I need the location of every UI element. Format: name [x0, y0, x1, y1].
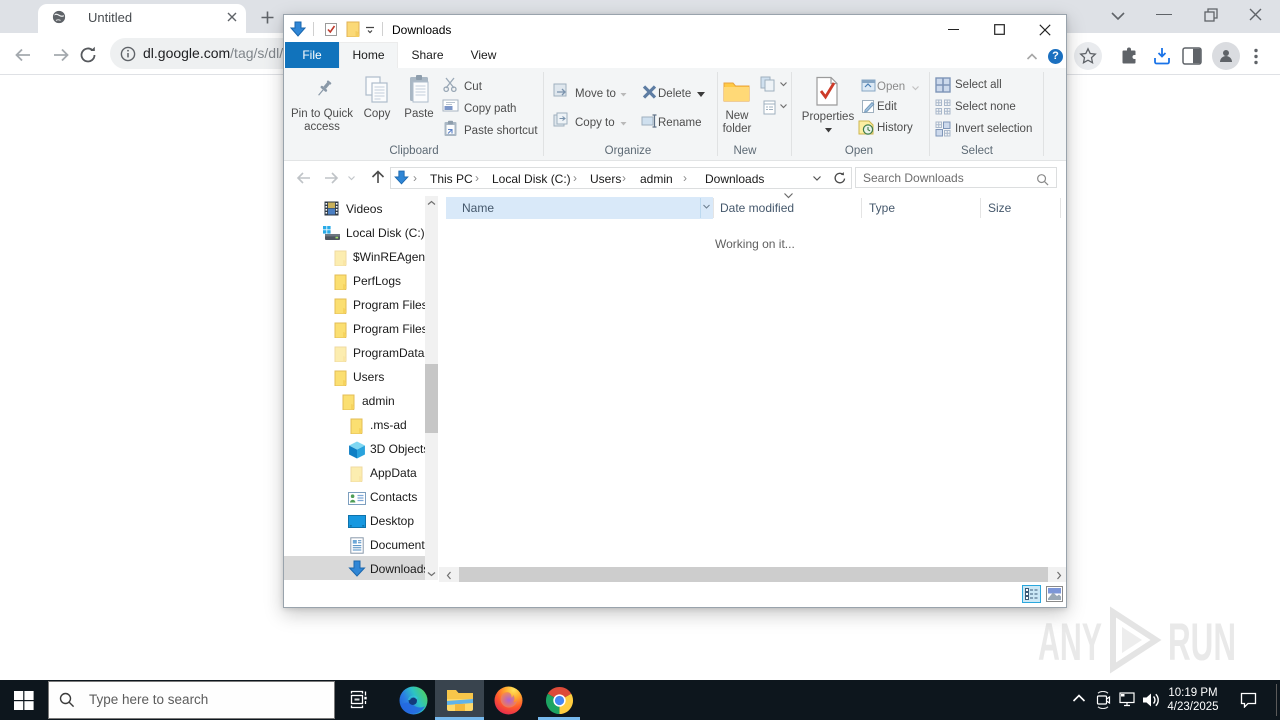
svg-text:RUN: RUN [1168, 613, 1236, 672]
svg-text:ANY: ANY [1038, 613, 1102, 672]
